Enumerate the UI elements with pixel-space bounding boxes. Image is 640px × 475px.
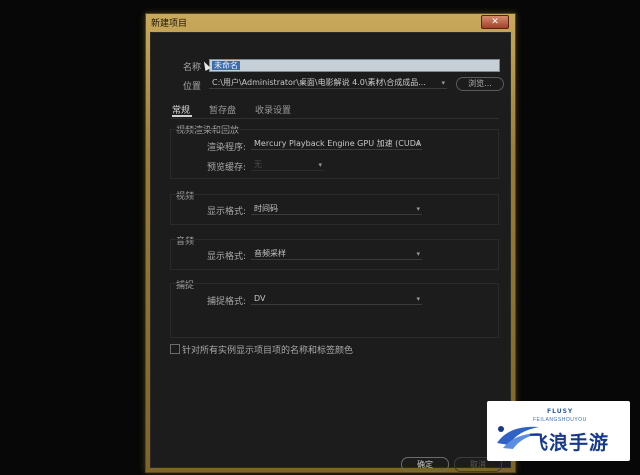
chevron-down-icon: ▾ [416, 250, 420, 258]
dialog-content: 名称 未命名 位置 C:\用户\Administrator\桌面\电影解说 4.… [150, 32, 511, 472]
location-label: 位置 [183, 82, 202, 92]
project-name-input[interactable]: 未命名 [209, 59, 500, 72]
project-name-value: 未命名 [212, 61, 240, 70]
chevron-down-icon: ▾ [416, 205, 420, 213]
chevron-down-icon: ▾ [416, 140, 420, 148]
tab-ingest-settings[interactable]: 收录设置 [255, 103, 291, 116]
renderer-label: 渲染程序: [207, 143, 247, 153]
location-dropdown[interactable]: C:\用户\Administrator\桌面\电影解说 4.0\素材\合成成品.… [209, 77, 447, 89]
tab-divider [170, 118, 499, 119]
name-label: 名称 [183, 63, 202, 73]
audio-display-format-dropdown[interactable]: 音频采样 ▾ [251, 248, 422, 260]
audio-display-format-value: 音频采样 [254, 249, 286, 258]
close-icon: ✕ [491, 17, 499, 27]
watermark-text-cn: 飞浪手游 [529, 432, 610, 454]
active-tab-indicator [172, 115, 192, 117]
dialog-title: 新建项目 [151, 19, 188, 29]
close-button[interactable]: ✕ [481, 15, 509, 29]
chevron-down-icon: ▾ [416, 295, 420, 303]
show-item-names-checkbox[interactable] [170, 344, 180, 354]
dialog-window: 新建项目 ✕ 名称 未命名 位置 C:\用户\Administrator\桌面\… [145, 13, 516, 473]
renderer-value: Mercury Playback Engine GPU 加速 (CUDA) [254, 139, 422, 148]
capture-group [170, 283, 499, 338]
ok-button[interactable]: 确定 [401, 457, 449, 472]
video-display-format-dropdown[interactable]: 时间码 ▾ [251, 203, 422, 215]
chevron-down-icon: ▾ [318, 161, 322, 169]
show-item-names-label: 针对所有实例显示项目项的名称和标签颜色 [182, 346, 354, 356]
audio-display-format-label: 显示格式: [207, 252, 247, 262]
video-display-format-label: 显示格式: [207, 207, 247, 217]
watermark-text-top: FLUSY [547, 408, 574, 415]
browse-button[interactable]: 浏览... [456, 77, 504, 91]
watermark-logo: FLUSY FEILANGSHOUYOU 飞浪手游 [487, 401, 630, 461]
preview-cache-dropdown: 无 ▾ [251, 159, 324, 171]
title-bar[interactable]: 新建项目 ✕ [146, 14, 515, 30]
tab-scratch-disks[interactable]: 暂存盘 [209, 103, 236, 116]
capture-format-dropdown[interactable]: DV ▾ [251, 293, 422, 305]
location-value: C:\用户\Administrator\桌面\电影解说 4.0\素材\合成成品.… [212, 78, 426, 87]
watermark-text-en: FEILANGSHOUYOU [533, 417, 587, 423]
preview-cache-value: 无 [254, 160, 262, 169]
capture-format-label: 捕捉格式: [207, 297, 247, 307]
chevron-down-icon: ▾ [441, 79, 445, 87]
video-display-format-value: 时间码 [254, 204, 278, 213]
preview-cache-label: 预览缓存: [207, 163, 247, 173]
capture-format-value: DV [254, 294, 266, 303]
renderer-dropdown[interactable]: Mercury Playback Engine GPU 加速 (CUDA) ▾ [251, 138, 422, 150]
